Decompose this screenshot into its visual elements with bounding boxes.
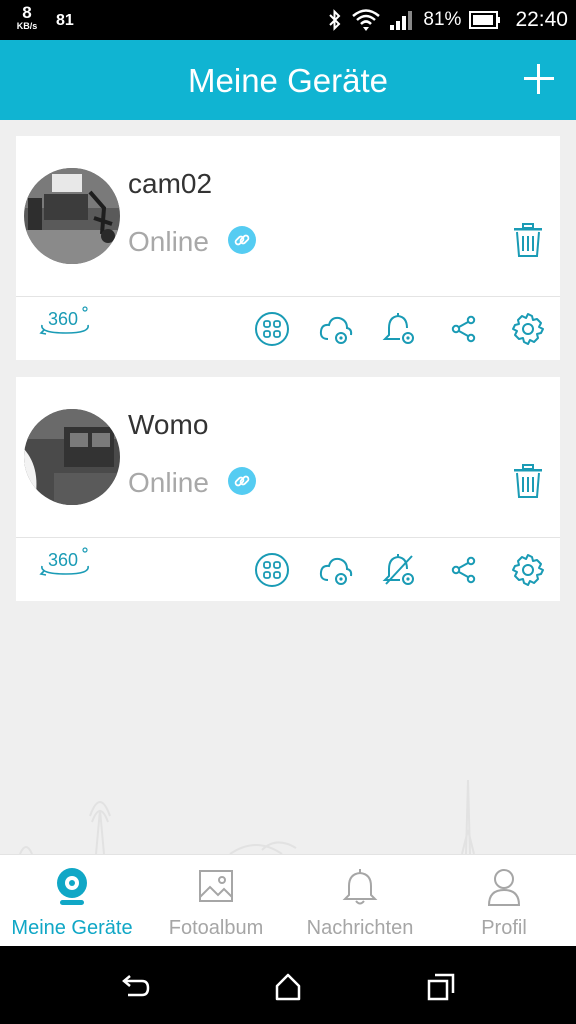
network-speed-value: 8 [22, 3, 32, 22]
wifi-icon [351, 8, 381, 32]
link-icon [228, 226, 256, 254]
notification-count: 81 [56, 12, 74, 29]
battery-percent: 81% [423, 9, 462, 30]
bell-icon [342, 869, 378, 905]
camera-icon [57, 868, 87, 905]
share-icon[interactable] [446, 552, 482, 588]
device-status: Online [128, 226, 209, 257]
status-bar: 8 KB/s 81 81% 22:40 [0, 0, 576, 40]
tab-label: Nachrichten [306, 917, 414, 939]
cloud-settings-icon[interactable] [318, 311, 354, 347]
person-icon [487, 869, 521, 906]
grid-menu-icon[interactable] [254, 311, 290, 347]
network-speed-unit: KB/s [16, 21, 38, 31]
recent-apps-icon[interactable] [426, 972, 456, 1002]
tab-fotoalbum[interactable]: Fotoalbum [144, 855, 288, 947]
tab-profil[interactable]: Profil [432, 855, 576, 947]
bottom-tab-bar: Meine Geräte Fotoalbum Nachrichten Profi… [0, 854, 576, 946]
app-header: Meine Geräte [0, 40, 576, 120]
device-status: Online [128, 467, 209, 498]
network-speed: 8 KB/s [12, 4, 42, 31]
alarm-off-icon[interactable] [382, 552, 418, 588]
share-icon[interactable] [446, 311, 482, 347]
tab-label: Fotoalbum [168, 917, 264, 939]
camera-thumbnail[interactable] [24, 168, 120, 264]
grid-menu-icon[interactable] [254, 552, 290, 588]
back-icon[interactable] [120, 972, 150, 1002]
svg-text:360: 360 [48, 309, 78, 329]
cloud-settings-icon[interactable] [318, 552, 354, 588]
tab-meine-geraete[interactable]: Meine Geräte [0, 855, 144, 947]
device-card: cam02 Online 360 [16, 136, 560, 360]
battery-icon [469, 11, 501, 29]
delete-button[interactable] [510, 222, 546, 258]
photo-icon [199, 870, 233, 902]
360-view-icon[interactable]: 360 [38, 544, 94, 580]
device-action-bar: 360 [16, 538, 560, 601]
svg-text:360: 360 [48, 550, 78, 570]
background-skyline [0, 760, 576, 855]
device-action-bar: 360 [16, 297, 560, 360]
gear-icon[interactable] [510, 311, 546, 347]
360-view-icon[interactable]: 360 [38, 303, 94, 339]
page-title: Meine Geräte [188, 62, 388, 99]
tab-nachrichten[interactable]: Nachrichten [288, 855, 432, 947]
bluetooth-icon [327, 9, 343, 31]
gear-icon[interactable] [510, 552, 546, 588]
tab-label: Meine Geräte [11, 917, 133, 939]
add-device-button[interactable] [524, 64, 554, 94]
device-name: cam02 [128, 168, 213, 199]
home-icon[interactable] [273, 972, 303, 1002]
tab-label: Profil [481, 917, 527, 939]
system-nav-bar [0, 946, 576, 1024]
alarm-settings-icon[interactable] [382, 311, 418, 347]
link-icon [228, 467, 256, 495]
device-card: Womo Online 360 [16, 377, 560, 601]
camera-thumbnail[interactable] [24, 409, 120, 505]
clock: 22:40 [515, 8, 568, 31]
signal-icon [389, 9, 415, 31]
delete-button[interactable] [510, 463, 546, 499]
device-name: Womo [128, 409, 209, 440]
